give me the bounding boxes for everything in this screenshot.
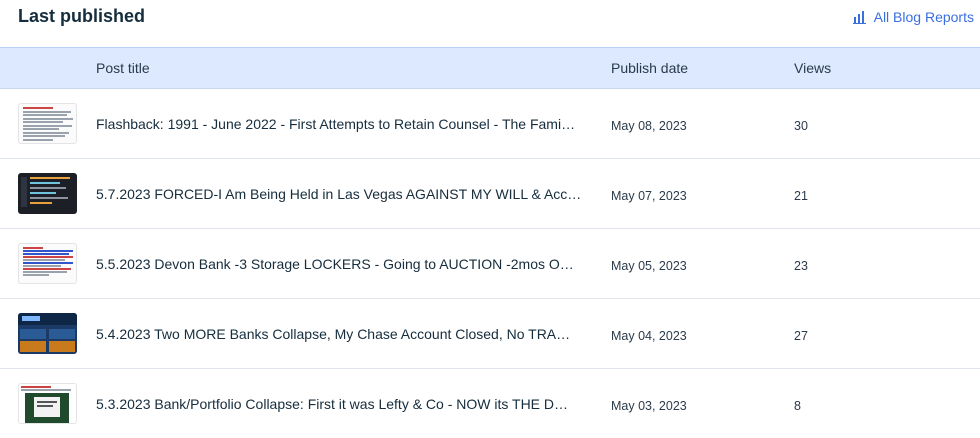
widget-header: Last published All Blog Reports xyxy=(0,0,980,47)
view-count: 8 xyxy=(794,399,801,413)
table-row[interactable]: 5.4.2023 Two MORE Banks Collapse, My Cha… xyxy=(0,299,980,369)
posts-table-body: Flashback: 1991 - June 2022 - First Atte… xyxy=(0,89,980,438)
post-title[interactable]: 5.7.2023 FORCED-I Am Being Held in Las V… xyxy=(96,186,588,202)
table-row[interactable]: 5.5.2023 Devon Bank -3 Storage LOCKERS -… xyxy=(0,229,980,299)
view-count: 21 xyxy=(794,189,808,203)
post-thumbnail xyxy=(18,103,77,144)
publish-date: May 08, 2023 xyxy=(611,119,687,133)
publish-date: May 04, 2023 xyxy=(611,329,687,343)
publish-date: May 05, 2023 xyxy=(611,259,687,273)
column-publish-date: Publish date xyxy=(611,60,689,76)
table-row[interactable]: Flashback: 1991 - June 2022 - First Atte… xyxy=(0,89,980,159)
view-count: 27 xyxy=(794,329,808,343)
table-row[interactable]: 5.7.2023 FORCED-I Am Being Held in Las V… xyxy=(0,159,980,229)
publish-date: May 03, 2023 xyxy=(611,399,687,413)
post-title[interactable]: 5.5.2023 Devon Bank -3 Storage LOCKERS -… xyxy=(96,256,588,272)
post-thumbnail xyxy=(18,313,77,354)
bar-chart-icon xyxy=(852,11,866,24)
post-thumbnail xyxy=(18,243,77,284)
all-blog-reports-link[interactable]: All Blog Reports xyxy=(852,9,974,25)
view-count: 30 xyxy=(794,119,808,133)
column-views: Views xyxy=(794,60,832,76)
post-title[interactable]: 5.3.2023 Bank/Portfolio Collapse: First … xyxy=(96,396,588,412)
all-blog-reports-label: All Blog Reports xyxy=(873,9,974,25)
table-row[interactable]: 5.3.2023 Bank/Portfolio Collapse: First … xyxy=(0,369,980,438)
section-title: Last published xyxy=(18,6,146,26)
post-thumbnail xyxy=(18,383,77,424)
publish-date: May 07, 2023 xyxy=(611,189,687,203)
post-title[interactable]: Flashback: 1991 - June 2022 - First Atte… xyxy=(96,116,588,132)
view-count: 23 xyxy=(794,259,808,273)
post-title[interactable]: 5.4.2023 Two MORE Banks Collapse, My Cha… xyxy=(96,326,588,342)
table-header: Post title Publish date Views xyxy=(0,47,980,89)
column-post-title: Post title xyxy=(96,60,150,76)
post-thumbnail xyxy=(18,173,77,214)
